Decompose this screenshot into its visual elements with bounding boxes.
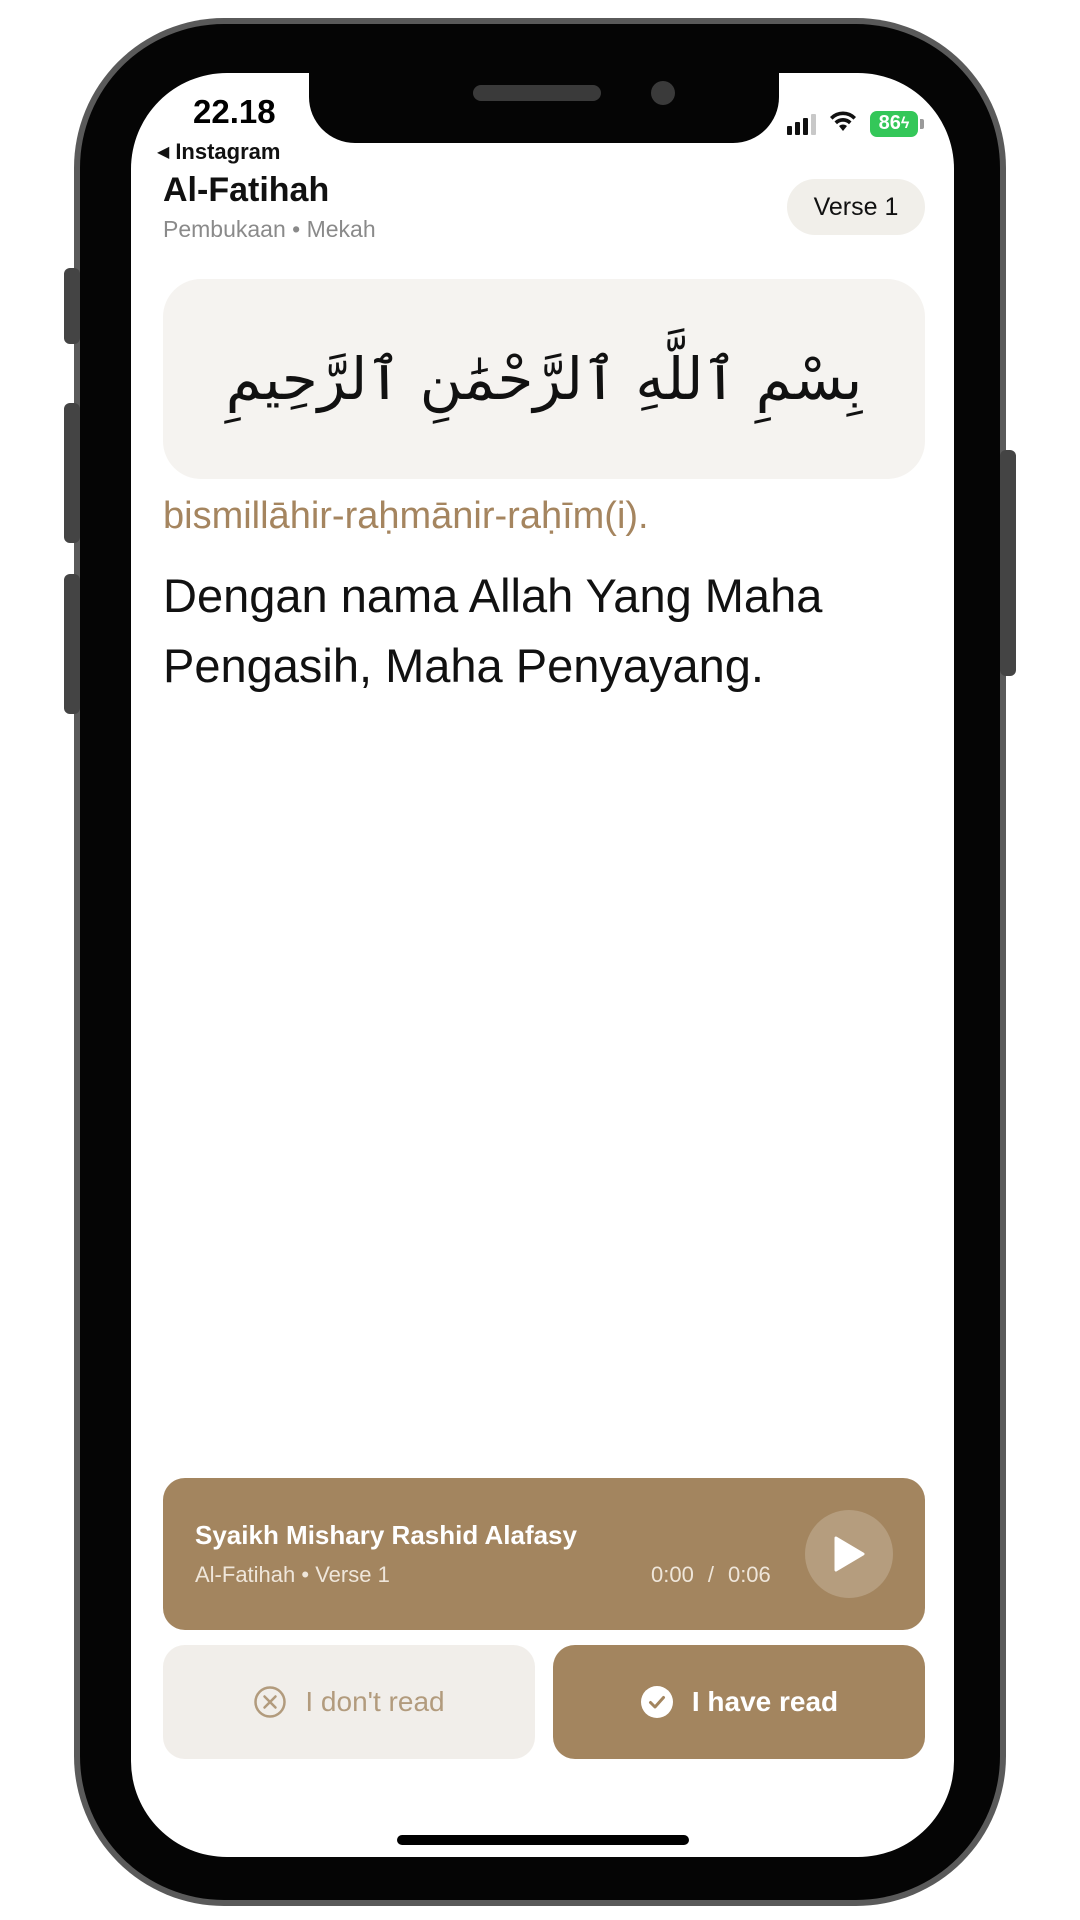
back-app-label: Instagram bbox=[175, 139, 281, 164]
arabic-verse-text: بِسْمِ ٱللَّهِ ٱلرَّحْمَٰنِ ٱلرَّحِيمِ bbox=[225, 345, 863, 413]
cellular-signal-icon bbox=[787, 113, 816, 135]
have-read-label: I have read bbox=[691, 1686, 839, 1717]
volume-down-button bbox=[64, 574, 80, 714]
surah-title: Al-Fatihah bbox=[163, 171, 330, 209]
status-time: 22.18 bbox=[193, 93, 276, 130]
playback-time: 0:00 / 0:06 bbox=[651, 1562, 771, 1588]
current-time: 0:00 bbox=[651, 1562, 694, 1587]
dont-read-button[interactable]: I don't read bbox=[163, 1645, 535, 1759]
audio-player: Syaikh Mishary Rashid Alafasy Al-Fatihah… bbox=[163, 1478, 925, 1630]
volume-up-button bbox=[64, 403, 80, 543]
back-triangle-icon: ◀ bbox=[157, 144, 170, 161]
silent-switch bbox=[64, 268, 80, 344]
home-indicator[interactable] bbox=[397, 1835, 689, 1845]
play-icon bbox=[834, 1536, 865, 1572]
power-button bbox=[1000, 450, 1016, 676]
screen: 22.18 ◀ Instagram 86 ϟ Al-Fatihah Pembuka… bbox=[131, 73, 954, 1857]
duration: 0:06 bbox=[727, 1562, 771, 1587]
translation-text: Dengan nama Allah Yang Maha Pengasih, Ma… bbox=[163, 569, 823, 692]
battery-level: 86 bbox=[878, 112, 901, 134]
status-icons: 86 ϟ bbox=[787, 109, 924, 138]
have-read-button[interactable]: I have read bbox=[553, 1645, 925, 1759]
x-circle-icon bbox=[254, 1686, 287, 1718]
speaker bbox=[473, 85, 601, 101]
check-circle-icon bbox=[640, 1686, 673, 1718]
verse-selector-button[interactable]: Verse 1 bbox=[787, 179, 925, 235]
wifi-icon bbox=[828, 109, 858, 138]
arabic-verse-card: بِسْمِ ٱللَّهِ ٱلرَّحْمَٰنِ ٱلرَّحِيمِ bbox=[163, 279, 925, 479]
back-to-app-link[interactable]: ◀ Instagram bbox=[157, 139, 280, 165]
play-button[interactable] bbox=[805, 1510, 893, 1598]
time-separator: / bbox=[707, 1562, 714, 1587]
reciter-name: Syaikh Mishary Rashid Alafasy bbox=[195, 1520, 577, 1550]
battery-icon: 86 ϟ bbox=[870, 110, 924, 137]
camera bbox=[651, 81, 675, 105]
dont-read-label: I don't read bbox=[305, 1686, 445, 1717]
surah-subtitle: Pembukaan • Mekah bbox=[163, 216, 376, 242]
track-info: Al-Fatihah • Verse 1 bbox=[195, 1562, 390, 1587]
transliteration-text: bismillāhir-raḥmānir-raḥīm(i). bbox=[163, 495, 649, 537]
notch bbox=[309, 73, 779, 143]
